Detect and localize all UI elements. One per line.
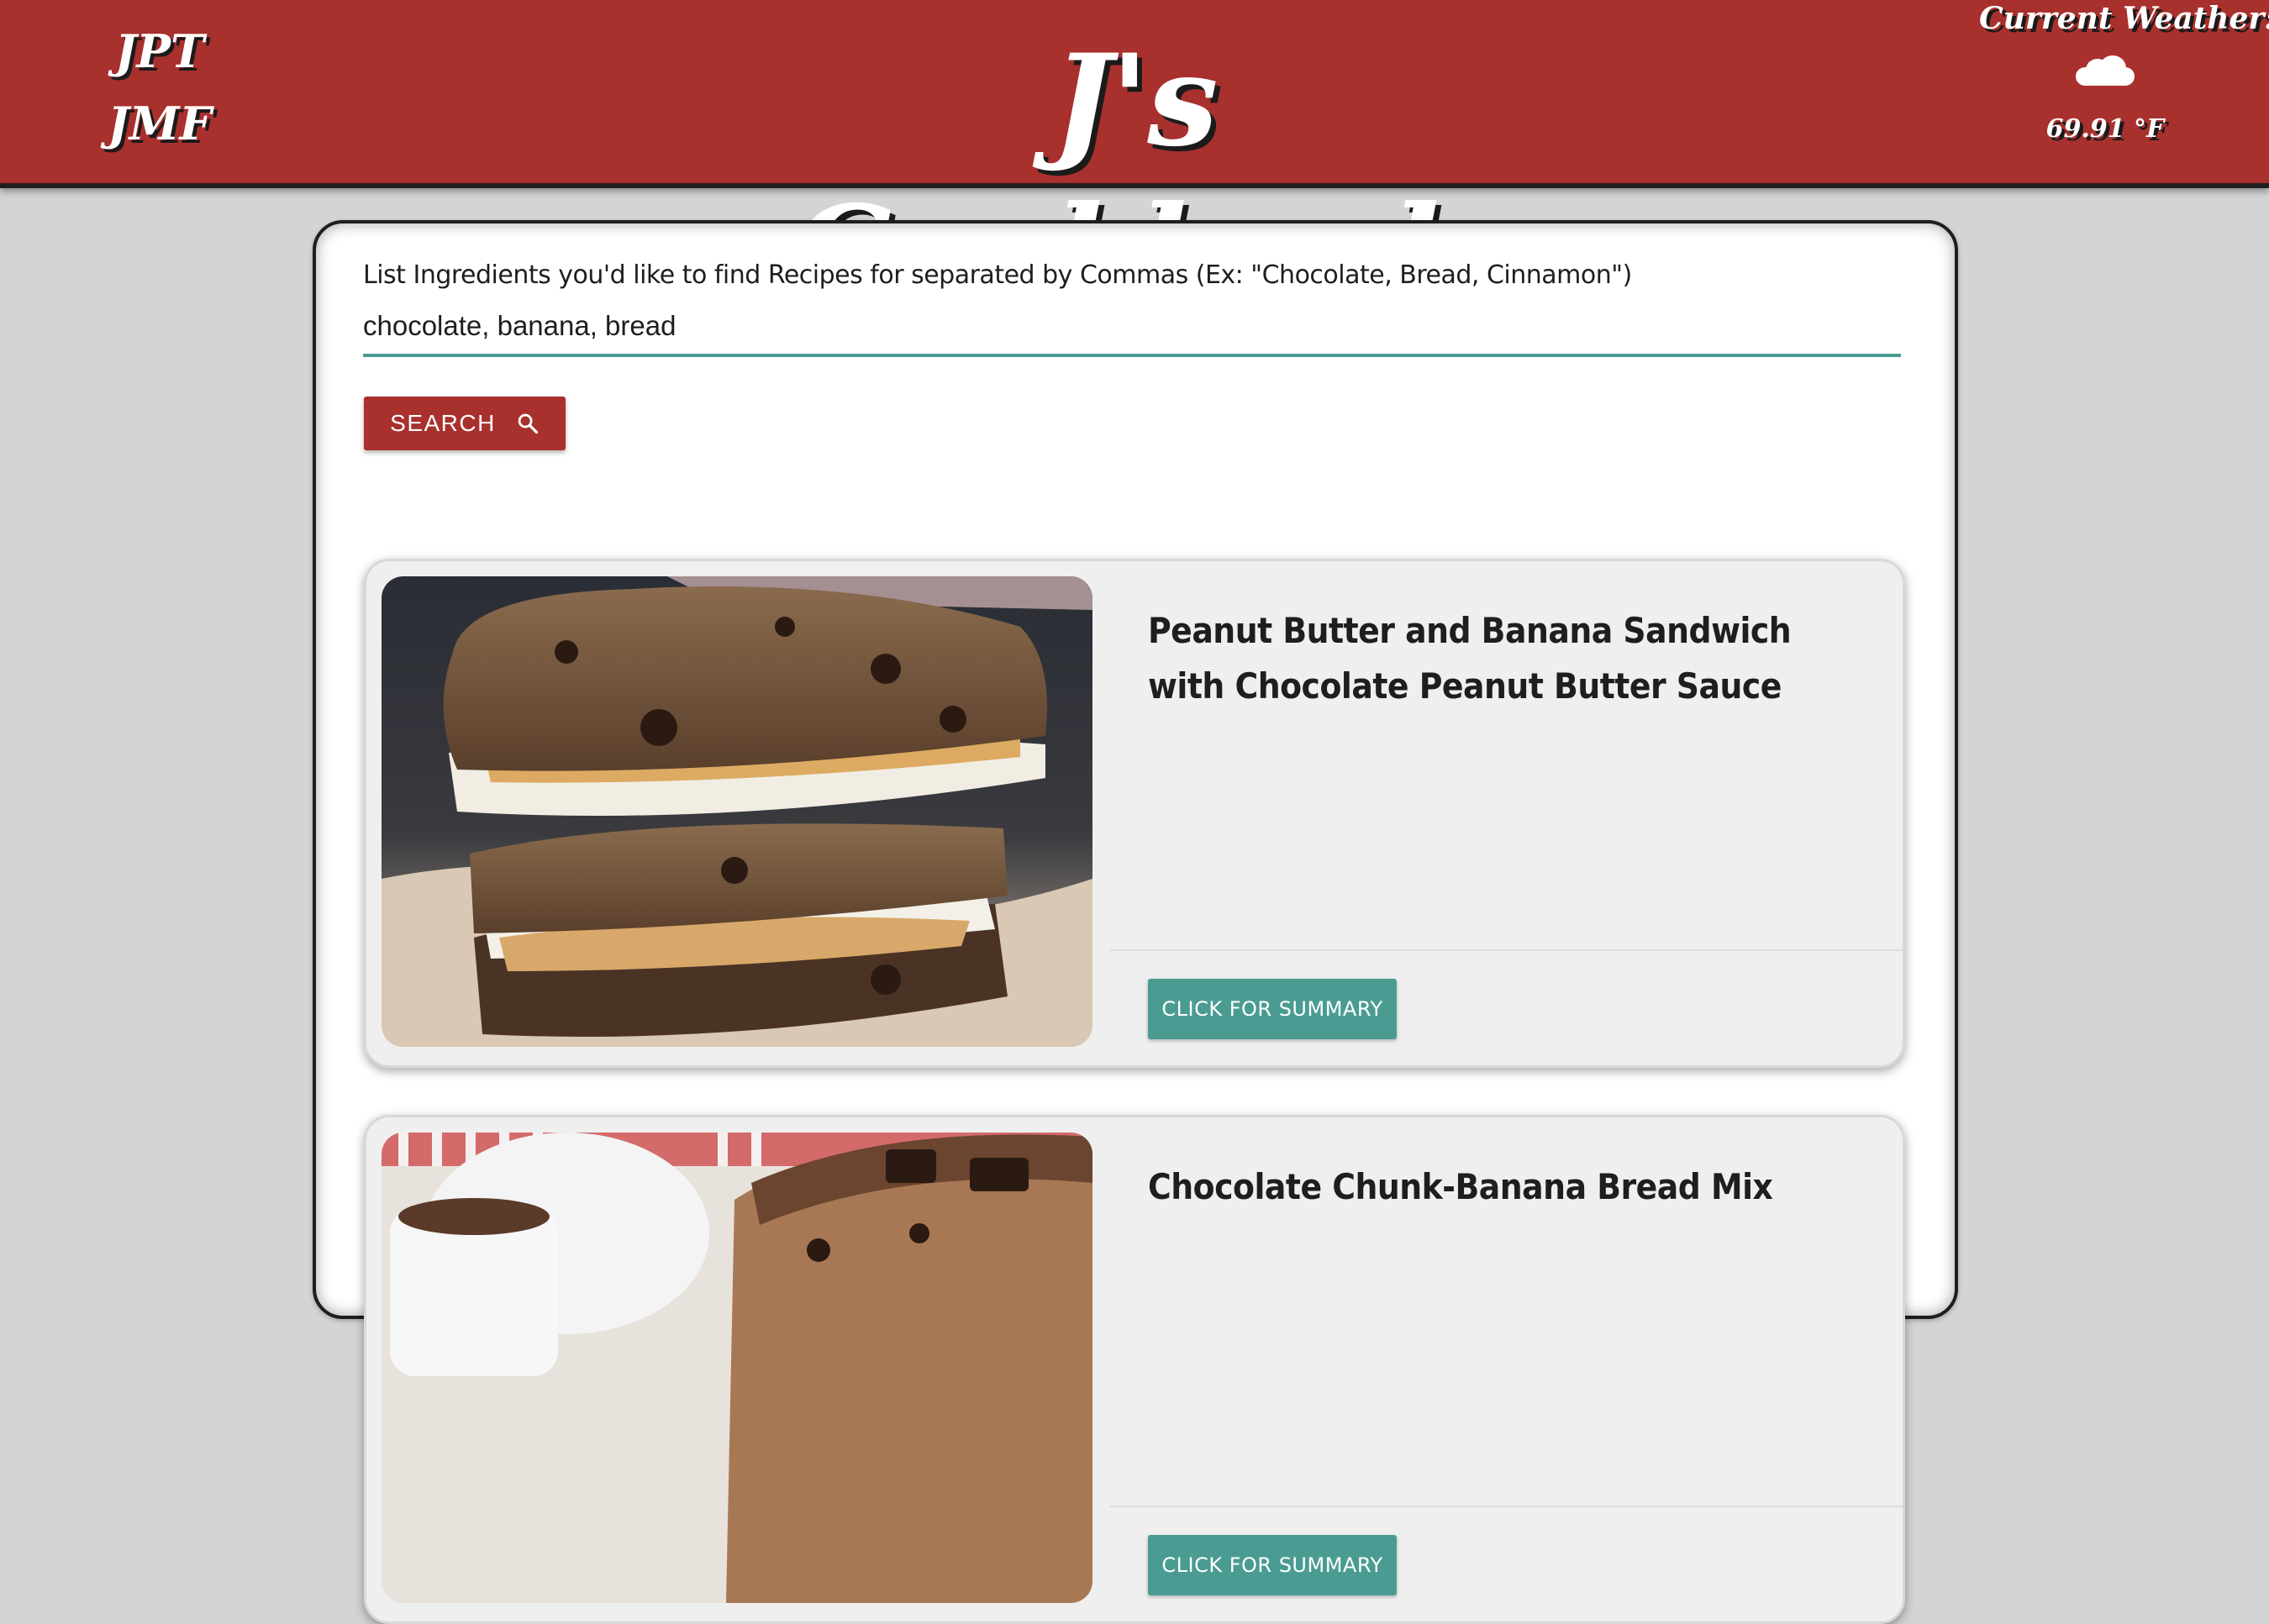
site-header: JPT JMF J's Cookbook Current Weather: 69…	[0, 0, 2269, 326]
card-divider	[1110, 949, 1903, 951]
search-icon	[518, 413, 538, 434]
recipe-title: Peanut Butter and Banana Sandwich with C…	[1148, 610, 1792, 707]
weather-label: Current Weather:	[1979, 1, 2269, 36]
weather-widget: Current Weather: 69.91 °F	[1979, 0, 2269, 146]
ingredients-input[interactable]	[363, 298, 1901, 357]
initials-line-1: JPT	[114, 24, 205, 78]
ingredients-label: List Ingredients you'd like to find Reci…	[363, 260, 1632, 290]
summary-button[interactable]: CLICK FOR SUMMARY	[1148, 1535, 1397, 1595]
recipe-image	[382, 576, 1092, 1047]
initials-line-2: JMF	[108, 97, 212, 150]
recipe-card: Peanut Butter and Banana Sandwich with C…	[364, 559, 1905, 1068]
recipe-card: Chocolate Chunk-Banana Bread Mix CLICK F…	[364, 1115, 1905, 1624]
recipe-title: Chocolate Chunk-Banana Bread Mix	[1148, 1166, 1773, 1207]
recipe-image	[382, 1133, 1092, 1603]
cloud-icon	[2076, 55, 2135, 86]
author-initials: JPT JMF	[84, 15, 235, 160]
card-divider	[1110, 1506, 1903, 1507]
search-button[interactable]: SEARCH	[364, 397, 566, 450]
weather-temperature: 69.91 °F	[2045, 114, 2165, 144]
summary-button[interactable]: CLICK FOR SUMMARY	[1148, 979, 1397, 1039]
search-button-label: SEARCH	[390, 410, 496, 436]
